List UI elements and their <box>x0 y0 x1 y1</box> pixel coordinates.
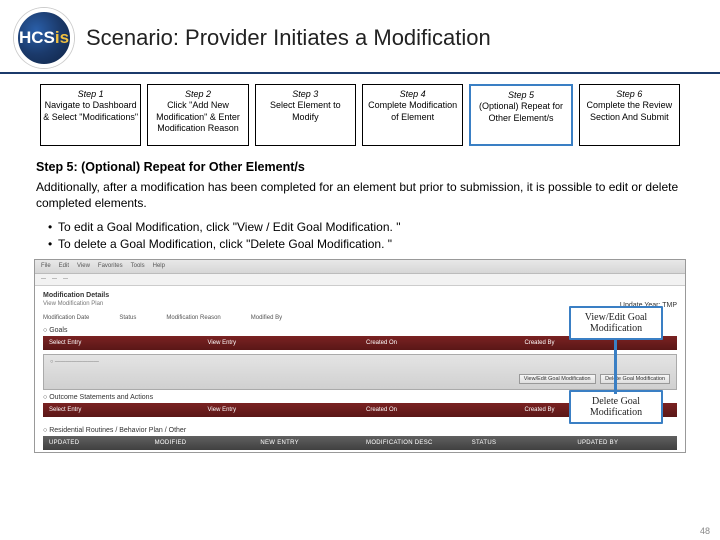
step-2: Step 2Click "Add New Modification" & Ent… <box>147 84 248 146</box>
step-3: Step 3Select Element to Modify <box>255 84 356 146</box>
sublink: View Modification Plan <box>43 301 103 307</box>
step-4: Step 4Complete Modification of Element <box>362 84 463 146</box>
hcsis-logo: HCSis <box>14 8 74 68</box>
step-flow: Step 1Navigate to Dashboard & Select "Mo… <box>0 74 720 152</box>
intro-paragraph: Additionally, after a modification has b… <box>36 180 684 211</box>
section-heading: Step 5: (Optional) Repeat for Other Elem… <box>36 160 684 174</box>
browser-menubar: File Edit View Favorites Tools Help <box>35 260 685 274</box>
residential-heading: ○ Residential Routines / Behavior Plan /… <box>43 427 677 434</box>
bullet-list: To edit a Goal Modification, click "View… <box>36 219 684 253</box>
step-6: Step 6Complete the Review Section And Su… <box>579 84 680 146</box>
app-tabs: ——— <box>35 274 685 286</box>
view-edit-btn[interactable]: View/Edit Goal Modification <box>519 374 596 384</box>
callout-view-edit: View/Edit Goal Modification <box>569 306 663 340</box>
slide-header: HCSis Scenario: Provider Initiates a Mod… <box>0 0 720 74</box>
slide-title: Scenario: Provider Initiates a Modificat… <box>86 25 491 51</box>
logo-letters: HCS <box>19 28 55 48</box>
step-5: Step 5(Optional) Repeat for Other Elemen… <box>469 84 572 146</box>
bullet-edit: To edit a Goal Modification, click "View… <box>48 219 684 236</box>
mod-details-label: Modification Details <box>43 292 677 299</box>
logo-accent: is <box>55 28 69 48</box>
bullet-delete: To delete a Goal Modification, click "De… <box>48 236 684 253</box>
step-1: Step 1Navigate to Dashboard & Select "Mo… <box>40 84 141 146</box>
delete-btn[interactable]: Delete Goal Modification <box>600 374 670 384</box>
screenshot-figure: File Edit View Favorites Tools Help ——— … <box>34 259 686 453</box>
page-number: 48 <box>700 526 710 536</box>
body-content: Step 5: (Optional) Repeat for Other Elem… <box>0 152 720 253</box>
callout-delete: Delete Goal Modification <box>569 390 663 424</box>
bottom-header-bar: UPDATED MODIFIED NEW ENTRY MODIFICATION … <box>43 436 677 450</box>
arrow-delete-stem <box>614 364 617 394</box>
goals-row: ○ ———————— View/Edit Goal Modification D… <box>43 354 677 390</box>
